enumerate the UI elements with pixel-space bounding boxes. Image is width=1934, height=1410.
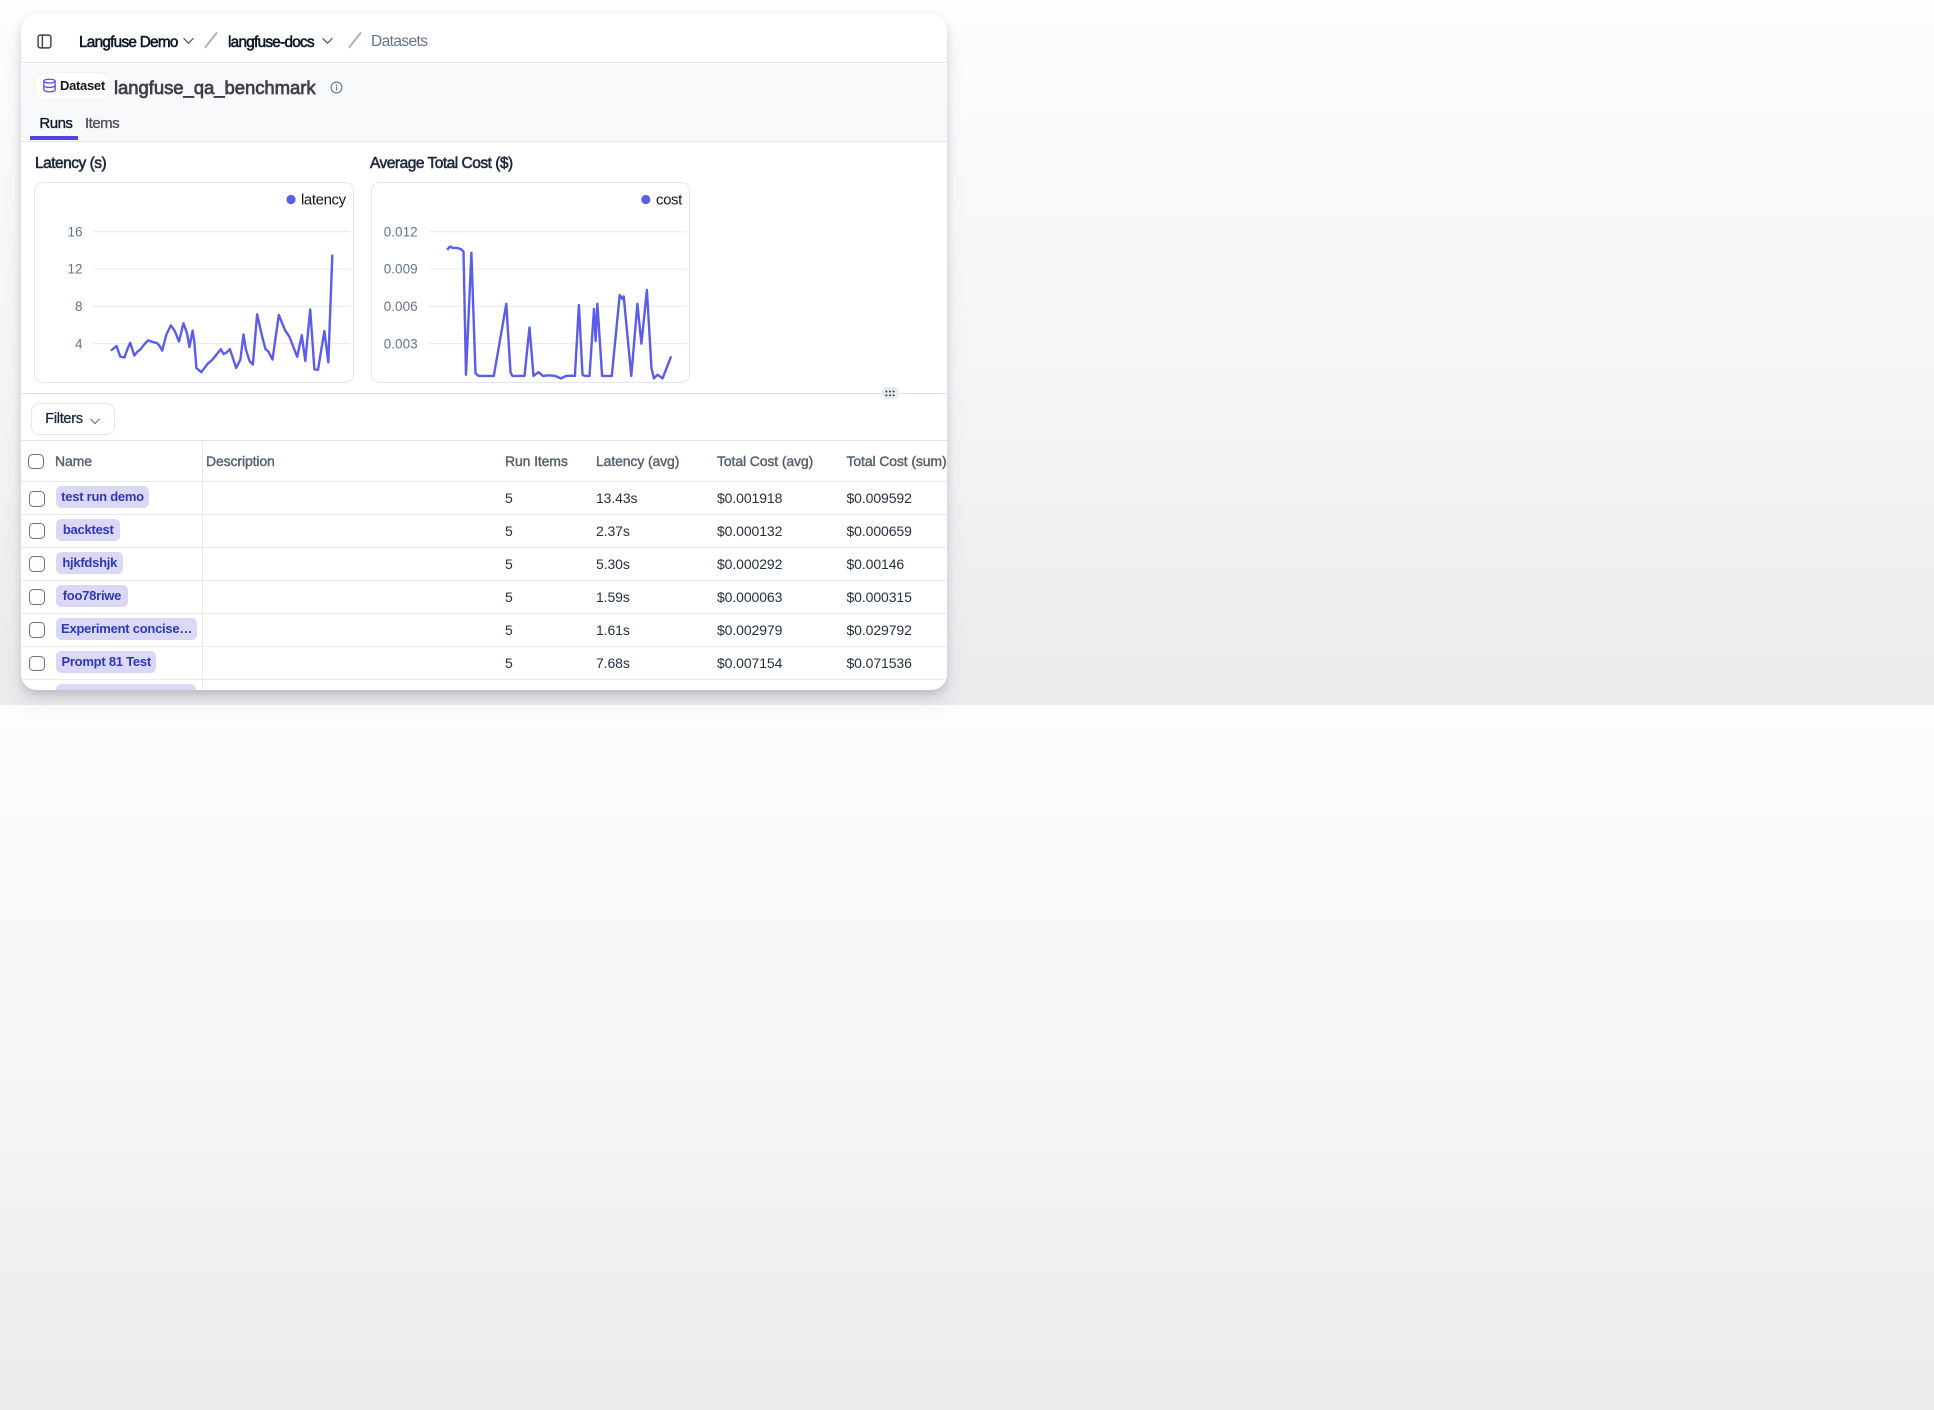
svg-text:latency: latency — [301, 192, 347, 209]
svg-text:16: 16 — [67, 224, 82, 239]
svg-text:8: 8 — [75, 299, 83, 314]
svg-text:0.003: 0.003 — [384, 336, 418, 351]
svg-text:0.006: 0.006 — [384, 299, 418, 314]
svg-text:12: 12 — [67, 262, 82, 277]
svg-text:4: 4 — [75, 336, 83, 351]
svg-text:0.009: 0.009 — [384, 262, 418, 277]
svg-text:0.012: 0.012 — [384, 224, 418, 239]
svg-text:cost: cost — [656, 192, 683, 209]
